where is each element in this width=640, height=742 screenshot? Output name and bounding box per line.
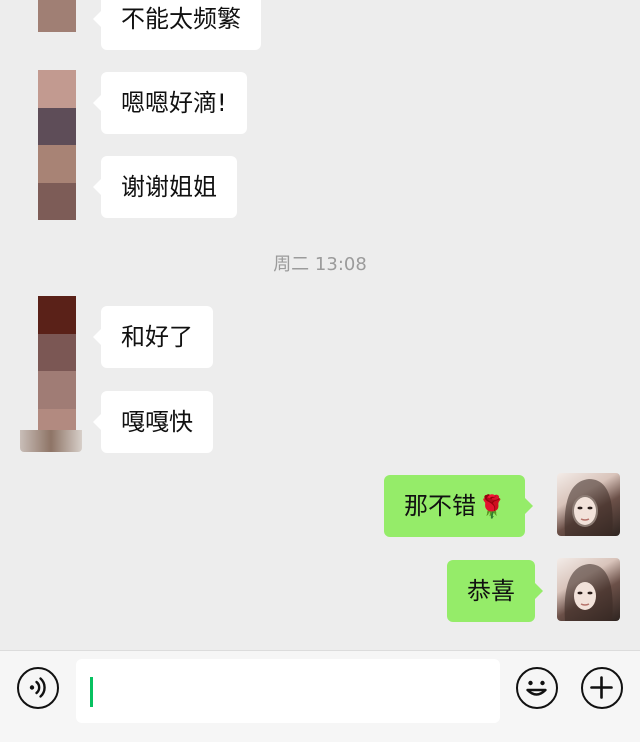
message-bubble-incoming[interactable]: 嘎嘎快 (93, 391, 213, 453)
contact-avatar[interactable] (38, 70, 76, 220)
message-bubble-incoming[interactable]: 嗯嗯好滴! (93, 72, 247, 134)
rose-emoji: 🌹 (478, 495, 506, 520)
timestamp: 周二 13:08 (273, 254, 367, 275)
my-avatar[interactable] (557, 558, 620, 621)
chat-area: 不能太频繁 嗯嗯好滴! 谢谢姐姐 周二 13:08 和好了 嘎嘎快 那不错🌹 恭… (0, 0, 640, 650)
my-avatar[interactable] (557, 473, 620, 536)
portrait-icon (564, 564, 613, 621)
voice-button[interactable] (17, 667, 59, 709)
avatar-photo-fragment (20, 430, 82, 452)
voice-icon (29, 677, 46, 698)
message-bubble-incoming[interactable]: 不能太频繁 (93, 0, 261, 50)
text-caret (90, 677, 93, 707)
emoji-icon (526, 680, 547, 696)
input-bar (0, 650, 640, 742)
message-bubble-outgoing[interactable]: 那不错🌹 (384, 475, 534, 537)
message-bubble-incoming[interactable]: 谢谢姐姐 (93, 156, 237, 218)
contact-avatar[interactable] (38, 0, 76, 32)
emoji-button[interactable] (516, 667, 558, 709)
portrait-icon (564, 479, 613, 536)
message-bubble-incoming[interactable]: 和好了 (93, 306, 213, 368)
message-bubble-outgoing[interactable]: 恭喜 (447, 560, 543, 622)
contact-avatar[interactable] (38, 296, 76, 451)
add-button[interactable] (581, 667, 623, 709)
message-input[interactable] (76, 659, 500, 723)
plus-icon (590, 676, 613, 699)
message-text: 那不错 (404, 492, 476, 520)
